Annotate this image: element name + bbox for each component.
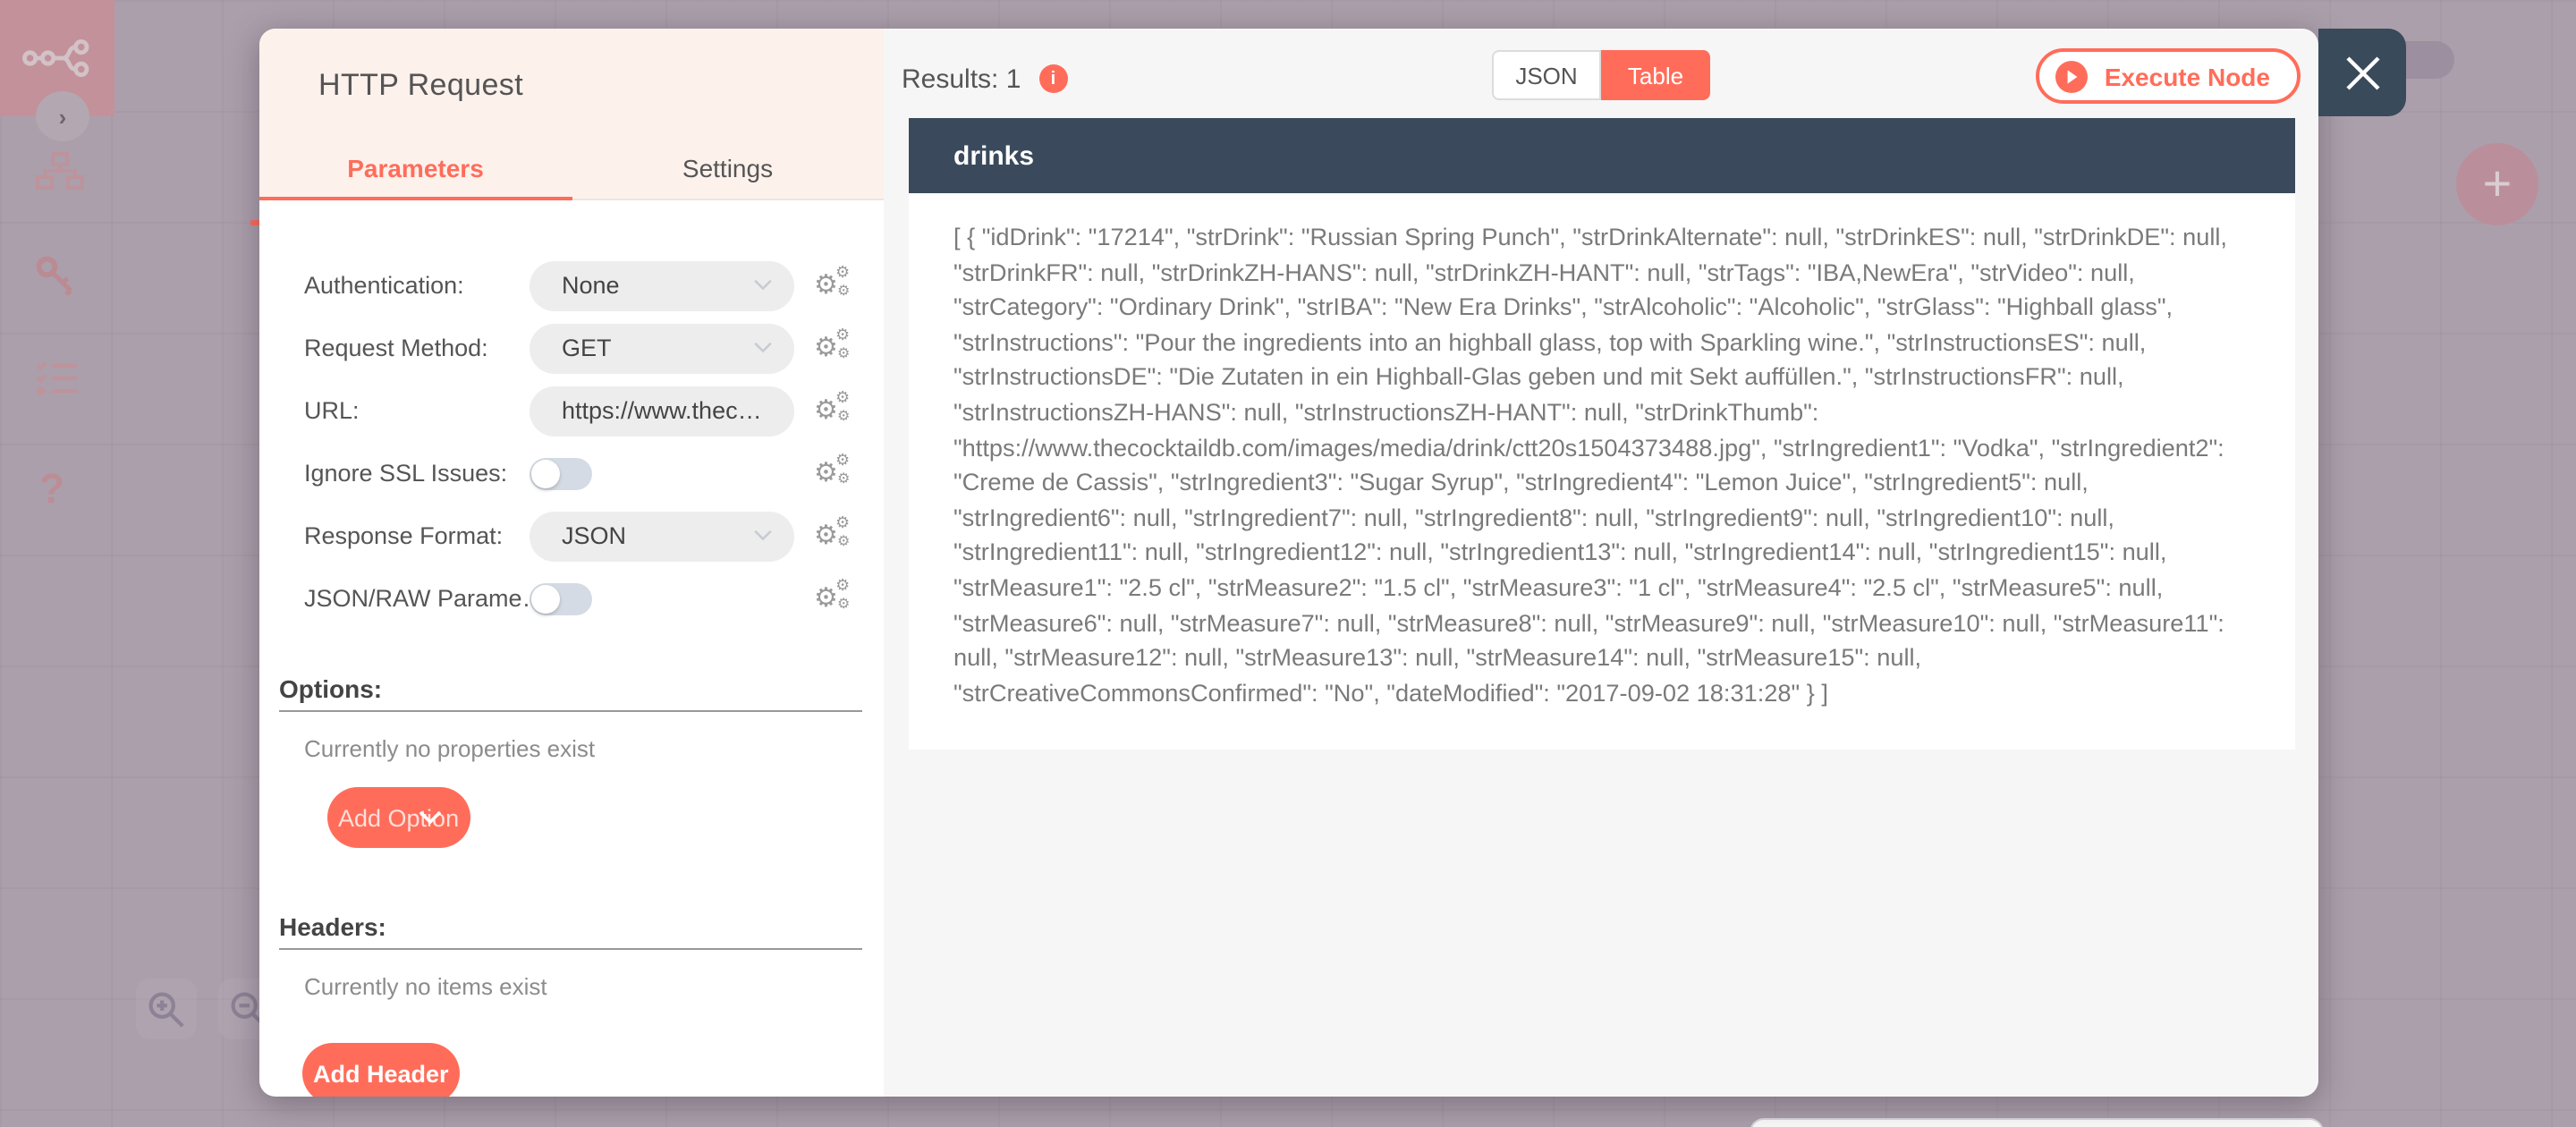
input-value: https://www.thec…	[562, 397, 762, 424]
json-raw-toggle[interactable]	[530, 582, 592, 614]
help-icon: ?	[39, 465, 65, 512]
chevron-down-icon	[754, 279, 772, 291]
zoom-in-button[interactable]	[136, 979, 197, 1039]
add-header-button[interactable]: Add Header	[302, 1043, 460, 1097]
results-count-label: Results: 1	[902, 64, 1021, 94]
zoom-in-icon	[148, 991, 184, 1027]
field-row-response-format: Response Format: JSON ⚙ ⚙ ⚙	[279, 504, 862, 567]
n8n-nodes-logo-icon	[22, 39, 89, 78]
tab-settings[interactable]: Settings	[572, 138, 884, 199]
field-label: Authentication:	[304, 272, 464, 299]
plus-icon: +	[2482, 156, 2512, 211]
field-label: URL:	[304, 397, 360, 424]
gear-icon[interactable]: ⚙ ⚙ ⚙	[814, 514, 857, 549]
tab-table-view[interactable]: Table	[1601, 50, 1710, 100]
gear-icon[interactable]: ⚙ ⚙ ⚙	[814, 264, 857, 299]
add-node-button[interactable]: +	[2456, 143, 2538, 225]
sidebar-item-help[interactable]: ?	[39, 465, 64, 513]
field-row-url: URL: https://www.thec… ⚙ ⚙ ⚙	[279, 379, 862, 442]
results-panel: Results: 1 i JSON Table Execute Node dri…	[884, 29, 2318, 1097]
tab-json-view[interactable]: JSON	[1492, 50, 1601, 100]
field-label: Response Format:	[304, 522, 504, 549]
background-panel-edge	[1750, 1118, 2324, 1127]
options-empty-text: Currently no properties exist	[304, 735, 596, 762]
n8n-node-detail-view: › ? + HTTP Request Parameters Settings A…	[0, 0, 2576, 1127]
sitemap-icon	[36, 152, 84, 190]
info-icon[interactable]: i	[1038, 64, 1068, 93]
checklist-icon	[36, 361, 77, 396]
headers-empty-text: Currently no items exist	[304, 973, 547, 1000]
chevron-down-icon	[418, 810, 441, 825]
response-format-select[interactable]: JSON	[530, 511, 794, 561]
section-divider	[279, 948, 862, 950]
request-method-select[interactable]: GET	[530, 323, 794, 373]
field-row-ignore-ssl: Ignore SSL Issues: ⚙ ⚙ ⚙	[279, 442, 862, 504]
toggle-knob	[531, 584, 560, 613]
sidebar-item-executions[interactable]	[36, 360, 79, 397]
table-column-header: drinks	[909, 118, 2295, 193]
node-settings-header: HTTP Request Parameters Settings	[259, 29, 884, 200]
sidebar-item-workflows[interactable]	[36, 152, 84, 190]
options-section: Options: Currently no properties exist A…	[279, 674, 862, 848]
execute-node-button[interactable]: Execute Node	[2036, 48, 2301, 104]
options-heading: Options:	[279, 674, 383, 703]
http-request-modal: HTTP Request Parameters Settings Authent…	[259, 29, 2318, 1097]
headers-section: Headers: Currently no items exist Add He…	[279, 912, 862, 1097]
gear-icon[interactable]: ⚙ ⚙ ⚙	[814, 326, 857, 361]
sidebar-item-credentials[interactable]	[36, 256, 77, 297]
select-value: JSON	[562, 522, 627, 549]
authentication-select[interactable]: None	[530, 260, 794, 310]
field-label: JSON/RAW Parame…	[304, 585, 530, 612]
field-row-authentication: Authentication: None ⚙ ⚙ ⚙	[279, 254, 862, 317]
chevron-right-icon: ›	[58, 103, 67, 130]
output-view-switch: JSON Table	[1492, 50, 1710, 100]
select-value: GET	[562, 335, 612, 361]
node-title: HTTP Request	[318, 68, 524, 102]
play-icon	[2055, 60, 2089, 92]
table-cell-json-value: [ { "idDrink": "17214", "strDrink": "Rus…	[909, 193, 2295, 750]
section-divider	[279, 710, 862, 712]
field-row-json-raw-parameters: JSON/RAW Parame… ⚙ ⚙ ⚙	[279, 567, 862, 630]
parameters-form: Authentication: None ⚙ ⚙ ⚙ Request Method:…	[259, 200, 884, 1097]
add-option-button[interactable]: Add Option	[327, 787, 470, 848]
results-table: drinks [ { "idDrink": "17214", "strDrink…	[909, 118, 2295, 750]
sidebar-collapse-button[interactable]: ›	[36, 91, 89, 141]
headers-heading: Headers:	[279, 912, 386, 941]
toggle-knob	[531, 459, 560, 487]
gear-icon[interactable]: ⚙ ⚙ ⚙	[814, 389, 857, 424]
gear-icon[interactable]: ⚙ ⚙ ⚙	[814, 452, 857, 487]
gear-icon[interactable]: ⚙ ⚙ ⚙	[814, 577, 857, 612]
results-header: Results: 1 i JSON Table Execute Node	[884, 29, 2318, 107]
settings-tabs: Parameters Settings	[259, 138, 884, 200]
key-icon	[36, 256, 72, 297]
close-modal-button[interactable]	[2318, 29, 2406, 116]
field-row-request-method: Request Method: GET ⚙ ⚙ ⚙	[279, 317, 862, 379]
field-label: Ignore SSL Issues:	[304, 460, 508, 487]
tab-parameters[interactable]: Parameters	[259, 138, 572, 200]
field-label: Request Method:	[304, 335, 488, 361]
select-value: None	[562, 272, 620, 299]
node-settings-panel: HTTP Request Parameters Settings Authent…	[259, 29, 884, 1097]
chevron-down-icon	[754, 530, 772, 541]
close-icon	[2345, 55, 2379, 89]
url-input[interactable]: https://www.thec…	[530, 386, 794, 436]
chevron-down-icon	[754, 342, 772, 353]
ignore-ssl-toggle[interactable]	[530, 457, 592, 489]
